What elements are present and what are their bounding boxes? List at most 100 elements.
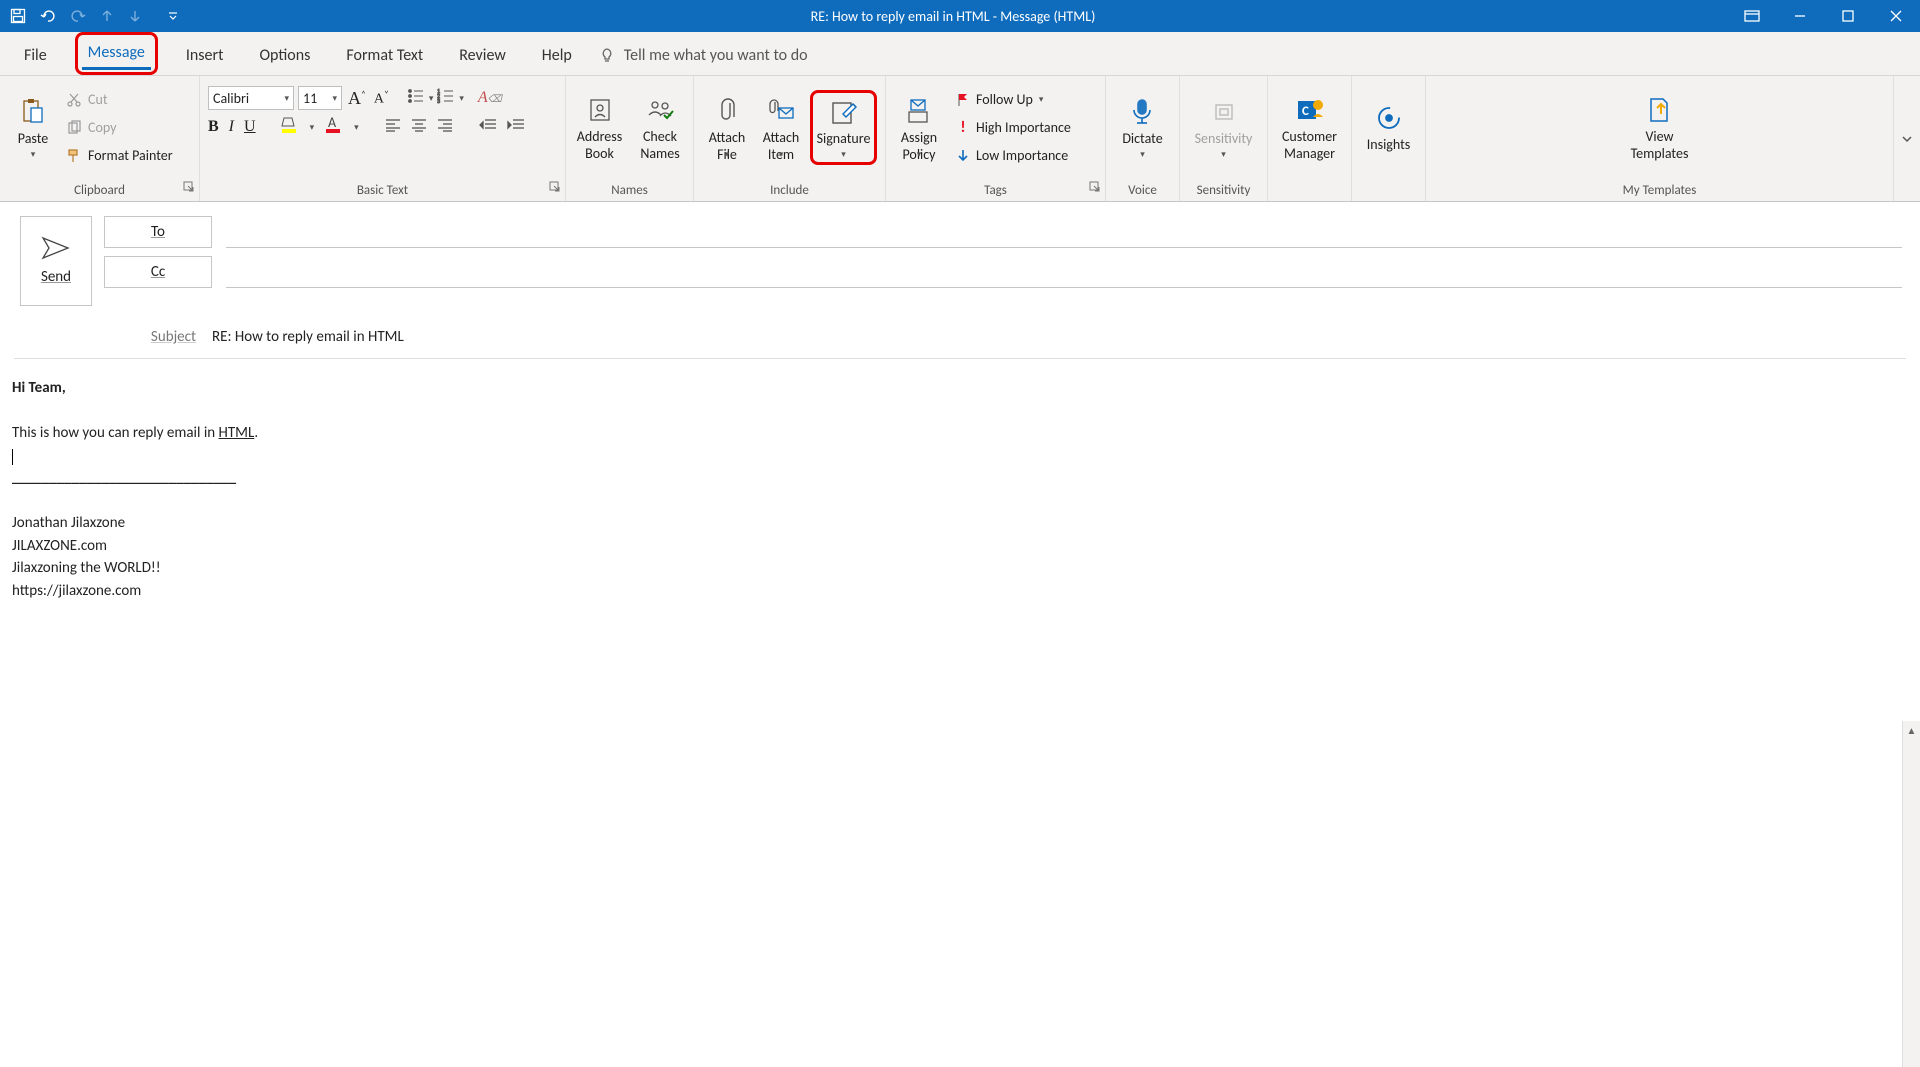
follow-up-button[interactable]: Follow Up ▾ [952,88,1075,112]
bullets-icon[interactable] [407,88,425,108]
customer-manager-button[interactable]: C Customer Manager [1276,89,1343,167]
tab-format-text[interactable]: Format Text [336,38,433,75]
vertical-scrollbar[interactable]: ▲ [1902,721,1920,1067]
chevron-down-icon[interactable]: ▾ [429,93,434,104]
insights-button[interactable]: Insights [1361,97,1417,158]
tab-help[interactable]: Help [532,38,582,75]
attach-file-button[interactable]: Attach File ▾ [702,90,752,164]
minimize-icon[interactable] [1776,0,1824,32]
chevron-down-icon[interactable]: ▾ [354,122,359,133]
next-item-icon[interactable] [128,9,142,23]
qat-customize-icon[interactable] [168,11,178,21]
italic-button[interactable]: I [229,118,234,136]
shrink-font-icon[interactable]: A˅ [372,89,391,108]
group-insights: Insights [1352,76,1426,201]
address-book-icon [587,93,613,127]
maximize-icon[interactable] [1824,0,1872,32]
message-body[interactable]: Hi Team, This is how you can reply email… [0,359,1920,705]
dialog-launcher-icon[interactable] [1089,181,1101,197]
font-color-icon[interactable]: A [324,116,344,138]
group-basic-text: Calibri▾ 11▾ A˄ A˅ ▾ 123▾ A⌫ B I U ▾ A▾ [200,76,566,201]
cut-label: Cut [88,91,108,108]
check-names-button[interactable]: Check Names [635,89,685,167]
scissors-icon [66,92,82,108]
subject-field[interactable]: RE: How to reply email in HTML [212,328,404,346]
address-book-label: Address Book [577,129,622,163]
align-left-icon[interactable] [385,118,401,136]
subject-label: Subject [14,328,212,346]
group-label-include: Include [694,179,885,201]
low-importance-label: Low Importance [976,147,1068,164]
to-button[interactable]: To [104,216,212,248]
cut-button[interactable]: Cut [62,88,177,112]
chevron-down-icon[interactable]: ▾ [459,93,464,104]
group-label-sensitivity: Sensitivity [1180,179,1267,201]
scroll-up-icon[interactable]: ▲ [1903,721,1920,739]
bold-button[interactable]: B [208,118,219,136]
collapse-ribbon-button[interactable] [1894,76,1920,201]
clear-formatting-icon[interactable]: A⌫ [478,89,502,107]
insights-icon [1375,101,1403,135]
ribbon-display-options-icon[interactable] [1728,0,1776,32]
to-field[interactable] [226,216,1902,248]
signature-line-2: JILAXZONE.com [12,535,1908,558]
address-book-button[interactable]: Address Book [574,89,625,167]
quick-access-toolbar [0,8,178,24]
compose-header: Send To Cc Subject RE: How to reply emai… [0,202,1920,359]
sensitivity-button[interactable]: Sensitivity ▾ [1189,91,1259,165]
view-templates-button[interactable]: View Templates [1625,89,1695,167]
low-importance-button[interactable]: Low Importance [952,144,1075,168]
attach-item-button[interactable]: Attach Item ▾ [756,90,806,164]
tab-insert[interactable]: Insert [176,38,234,75]
dialog-launcher-icon[interactable] [183,181,195,197]
tab-file[interactable]: File [14,38,57,75]
format-painter-button[interactable]: Format Painter [62,144,177,168]
align-right-icon[interactable] [437,118,453,136]
cc-field[interactable] [226,256,1902,288]
chevron-down-icon[interactable]: ▾ [310,122,315,133]
svg-text:C: C [1302,104,1309,119]
dictate-label: Dictate [1122,131,1162,148]
tab-options[interactable]: Options [249,38,320,75]
chevron-down-icon: ▾ [1140,150,1145,161]
undo-icon[interactable] [40,8,56,24]
close-icon[interactable] [1872,0,1920,32]
group-label-insights [1352,179,1425,201]
dictate-button[interactable]: Dictate ▾ [1116,91,1168,165]
assign-policy-button[interactable]: Assign Policy ▾ [894,90,944,164]
tab-message[interactable]: Message [75,32,158,75]
chevron-down-icon: ▾ [841,150,846,161]
high-importance-icon: ! [956,118,970,137]
cc-button[interactable]: Cc [104,256,212,288]
copy-button[interactable]: Copy [62,116,177,140]
sensitivity-icon [1211,95,1237,129]
signature-line-1: Jonathan Jilaxzone [12,512,1908,535]
paste-button[interactable]: Paste ▾ [8,91,58,165]
align-center-icon[interactable] [411,118,427,136]
font-size-combo[interactable]: 11▾ [298,86,342,110]
grow-font-icon[interactable]: A˄ [346,88,368,109]
previous-item-icon[interactable] [100,9,114,23]
numbering-icon[interactable]: 123 [437,88,455,108]
decrease-indent-icon[interactable] [479,118,497,136]
high-importance-button[interactable]: ! High Importance [952,116,1075,140]
group-sensitivity: Sensitivity ▾ Sensitivity [1180,76,1268,201]
increase-indent-icon[interactable] [507,118,525,136]
tab-review[interactable]: Review [449,38,516,75]
window-title: RE: How to reply email in HTML - Message… [178,8,1728,25]
dialog-launcher-icon[interactable] [549,181,561,197]
signature-button[interactable]: Signature ▾ [810,90,877,166]
highlight-color-icon[interactable] [280,116,300,138]
attach-item-icon [767,94,795,128]
signature-icon [829,95,859,129]
titlebar: RE: How to reply email in HTML - Message… [0,0,1920,32]
underline-button[interactable]: U [244,118,256,136]
redo-icon[interactable] [70,8,86,24]
group-tags: Assign Policy ▾ Follow Up ▾ ! High Impor… [886,76,1106,201]
customer-manager-icon: C [1295,93,1325,127]
send-button[interactable]: Send [20,216,92,306]
tell-me-search[interactable]: Tell me what you want to do [598,46,808,75]
font-name-combo[interactable]: Calibri▾ [208,86,294,110]
text-cursor [12,449,13,465]
save-icon[interactable] [10,8,26,24]
